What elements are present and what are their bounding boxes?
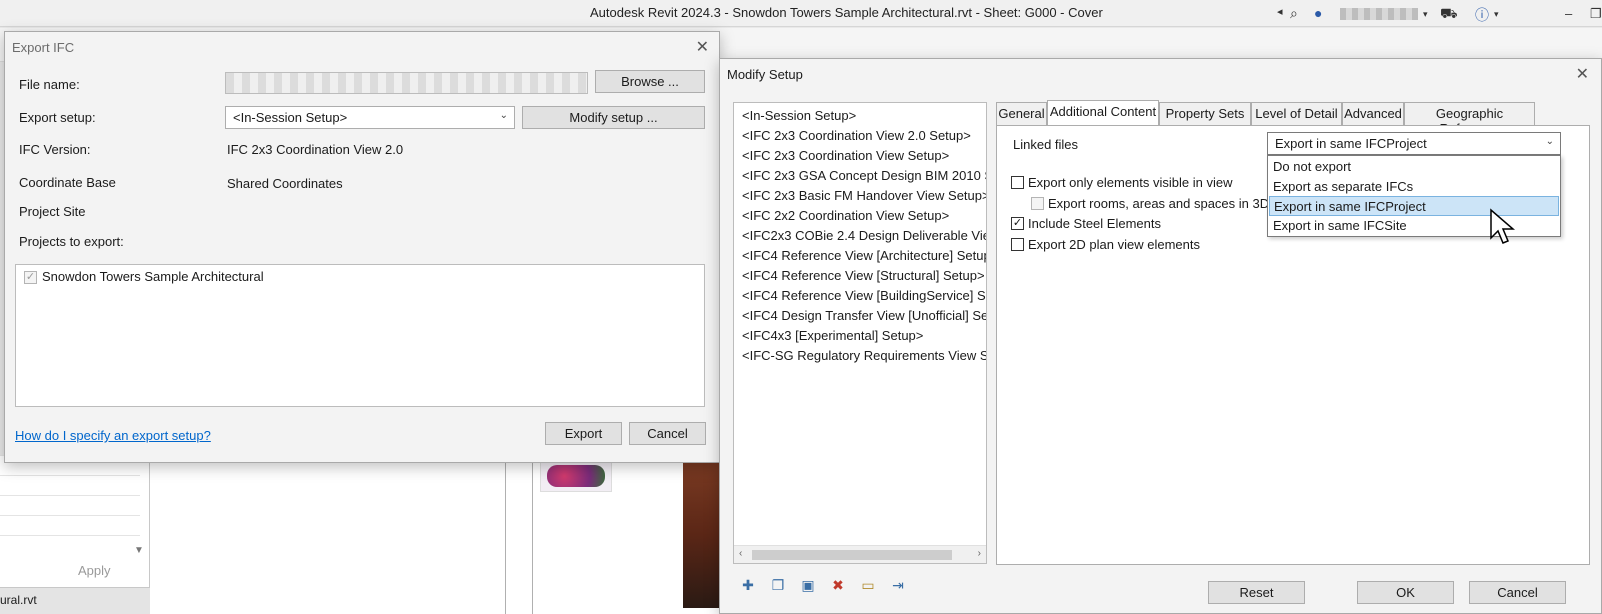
building-photo <box>683 463 723 608</box>
drawing-area[interactable] <box>150 455 720 614</box>
rename-setup-icon[interactable]: ▣ <box>800 577 816 593</box>
binoculars-icon[interactable]: ⌕ <box>1290 5 1298 22</box>
scroll-left-icon[interactable]: ‹ <box>739 548 742 559</box>
divider <box>532 455 533 614</box>
username-masked <box>1340 8 1418 20</box>
projects-to-export-label: Projects to export: <box>19 234 124 249</box>
project-checkbox[interactable]: ✓ <box>24 271 37 284</box>
setup-item[interactable]: <IFC4x3 [Experimental] Setup> <box>742 328 923 343</box>
cancel-button[interactable]: Cancel <box>629 422 706 445</box>
chevron-left-icon[interactable]: ◂ <box>1277 5 1283 18</box>
setup-item[interactable]: <IFC 2x3 Coordination View Setup> <box>742 148 949 163</box>
setup-item[interactable]: <IFC4 Reference View [Structural] Setup> <box>742 268 985 283</box>
duplicate-setup-icon[interactable]: ❐ <box>770 577 786 593</box>
dialog-title: Export IFC <box>12 40 75 55</box>
tab-additional-content[interactable]: Additional Content <box>1047 100 1159 126</box>
close-icon[interactable]: ✕ <box>1576 64 1589 84</box>
tab-geographic-reference[interactable]: Geographic Reference <box>1404 102 1535 136</box>
linked-files-select[interactable]: Export in same IFCProject ⌄ <box>1267 132 1561 155</box>
restore-icon[interactable]: ❐ <box>1590 6 1602 22</box>
help-link[interactable]: How do I specify an export setup? <box>15 428 211 443</box>
coordinate-base-label: Coordinate Base <box>19 175 116 190</box>
setup-item[interactable]: <In-Session Setup> <box>742 108 856 123</box>
tab-general[interactable]: General <box>996 102 1047 125</box>
projects-list: ✓ Snowdon Towers Sample Architectural <box>15 264 705 407</box>
ifc-version-label: IFC Version: <box>19 142 91 157</box>
ifc-version-value: IFC 2x3 Coordination View 2.0 <box>227 142 404 157</box>
setup-list: <In-Session Setup> <IFC 2x3 Coordination… <box>733 102 987 564</box>
delete-setup-icon[interactable]: ✖ <box>830 577 846 593</box>
modify-setup-dialog: Modify Setup ✕ <In-Session Setup> <IFC 2… <box>719 58 1602 614</box>
linked-files-label: Linked files <box>1013 137 1079 152</box>
setup-item[interactable]: <IFC 2x3 Coordination View 2.0 Setup> <box>742 128 971 143</box>
modify-setup-button[interactable]: Modify setup ... <box>522 106 705 129</box>
file-name-label: File name: <box>19 77 80 92</box>
tab-advanced[interactable]: Advanced <box>1342 102 1404 125</box>
project-site-label: Project Site <box>19 204 86 219</box>
file-tab[interactable]: ural.rvt <box>0 587 150 614</box>
divider <box>505 455 506 614</box>
export-setup-label: Export setup: <box>19 110 96 125</box>
dropdown-option[interactable]: Export as separate IFCs <box>1269 177 1559 197</box>
logo-thumbnail <box>540 460 612 492</box>
setup-item[interactable]: <IFC4 Reference View [Architecture] Setu… <box>742 248 986 263</box>
new-setup-icon[interactable]: ✚ <box>740 577 756 593</box>
cart-icon[interactable]: ⛟ <box>1440 5 1458 24</box>
import-setup-icon[interactable]: ▭ <box>860 577 876 593</box>
tab-property-sets[interactable]: Property Sets <box>1159 102 1251 125</box>
export-button[interactable]: Export <box>545 422 622 445</box>
browse-button[interactable]: Browse ... <box>595 70 705 93</box>
chevron-down-icon[interactable]: ▾ <box>1423 9 1428 20</box>
user-icon[interactable]: ● <box>1314 5 1322 21</box>
export-ifc-dialog: Export IFC ✕ File name: Browse ... Expor… <box>4 31 720 463</box>
cancel-button[interactable]: Cancel <box>1469 581 1566 604</box>
linked-files-value: Export in same IFCProject <box>1275 136 1427 151</box>
minimize-icon[interactable]: – <box>1565 6 1572 21</box>
rooms-3d-checkbox[interactable] <box>1031 197 1044 210</box>
setup-item[interactable]: <IFC 2x2 Coordination View Setup> <box>742 208 949 223</box>
scroll-down-icon[interactable]: ▼ <box>134 545 144 556</box>
setup-item[interactable]: <IFC 2x3 GSA Concept Design BIM 2010 Set… <box>742 168 986 183</box>
help-chevron-icon[interactable]: ▾ <box>1494 9 1499 20</box>
dialog-title: Modify Setup <box>727 67 803 82</box>
additional-content-panel: Linked files Export in same IFCProject ⌄… <box>996 125 1590 565</box>
setup-item[interactable]: <IFC 2x3 Basic FM Handover View Setup> <box>742 188 986 203</box>
file-name-input[interactable] <box>225 72 588 94</box>
scrollbar-thumb[interactable] <box>752 550 952 560</box>
apply-button[interactable]: Apply <box>78 563 111 578</box>
project-name: Snowdon Towers Sample Architectural <box>42 269 264 284</box>
visible-only-label: Export only elements visible in view <box>1028 175 1233 190</box>
steel-label: Include Steel Elements <box>1028 216 1161 231</box>
scroll-right-icon[interactable]: › <box>978 548 981 559</box>
properties-grid <box>0 455 140 555</box>
revit-title-bar: Autodesk Revit 2024.3 - Snowdon Towers S… <box>0 0 1602 27</box>
steel-checkbox[interactable]: ✓ <box>1011 217 1024 230</box>
export-setup-value: <In-Session Setup> <box>233 110 348 125</box>
close-icon[interactable]: ✕ <box>696 37 709 57</box>
setup-item[interactable]: <IFC-SG Regulatory Requirements View Set… <box>742 348 986 363</box>
tab-level-of-detail[interactable]: Level of Detail <box>1251 102 1342 125</box>
chevron-down-icon: ⌄ <box>499 110 508 121</box>
setup-item[interactable]: <IFC4 Design Transfer View [Unofficial] … <box>742 308 986 323</box>
setup-item[interactable]: <IFC4 Reference View [BuildingService] S… <box>742 288 986 303</box>
reset-button[interactable]: Reset <box>1208 581 1305 604</box>
export-setup-icon[interactable]: ⇥ <box>890 577 906 593</box>
setup-item[interactable]: <IFC2x3 COBie 2.4 Design Deliverable Vie… <box>742 228 986 243</box>
chevron-down-icon: ⌄ <box>1545 136 1554 147</box>
coordinate-base-value: Shared Coordinates <box>227 176 343 191</box>
plan-2d-checkbox[interactable] <box>1011 238 1024 251</box>
ok-button[interactable]: OK <box>1357 581 1454 604</box>
mouse-cursor-icon <box>1490 208 1516 244</box>
visible-only-checkbox[interactable] <box>1011 176 1024 189</box>
help-icon[interactable]: ⓘ <box>1475 5 1489 25</box>
app-title: Autodesk Revit 2024.3 - Snowdon Towers S… <box>590 5 1103 20</box>
export-setup-select[interactable]: <In-Session Setup> ⌄ <box>225 106 515 129</box>
plan-2d-label: Export 2D plan view elements <box>1028 237 1200 252</box>
dropdown-option[interactable]: Do not export <box>1269 157 1559 177</box>
horizontal-scrollbar[interactable]: ‹ › <box>734 545 986 563</box>
